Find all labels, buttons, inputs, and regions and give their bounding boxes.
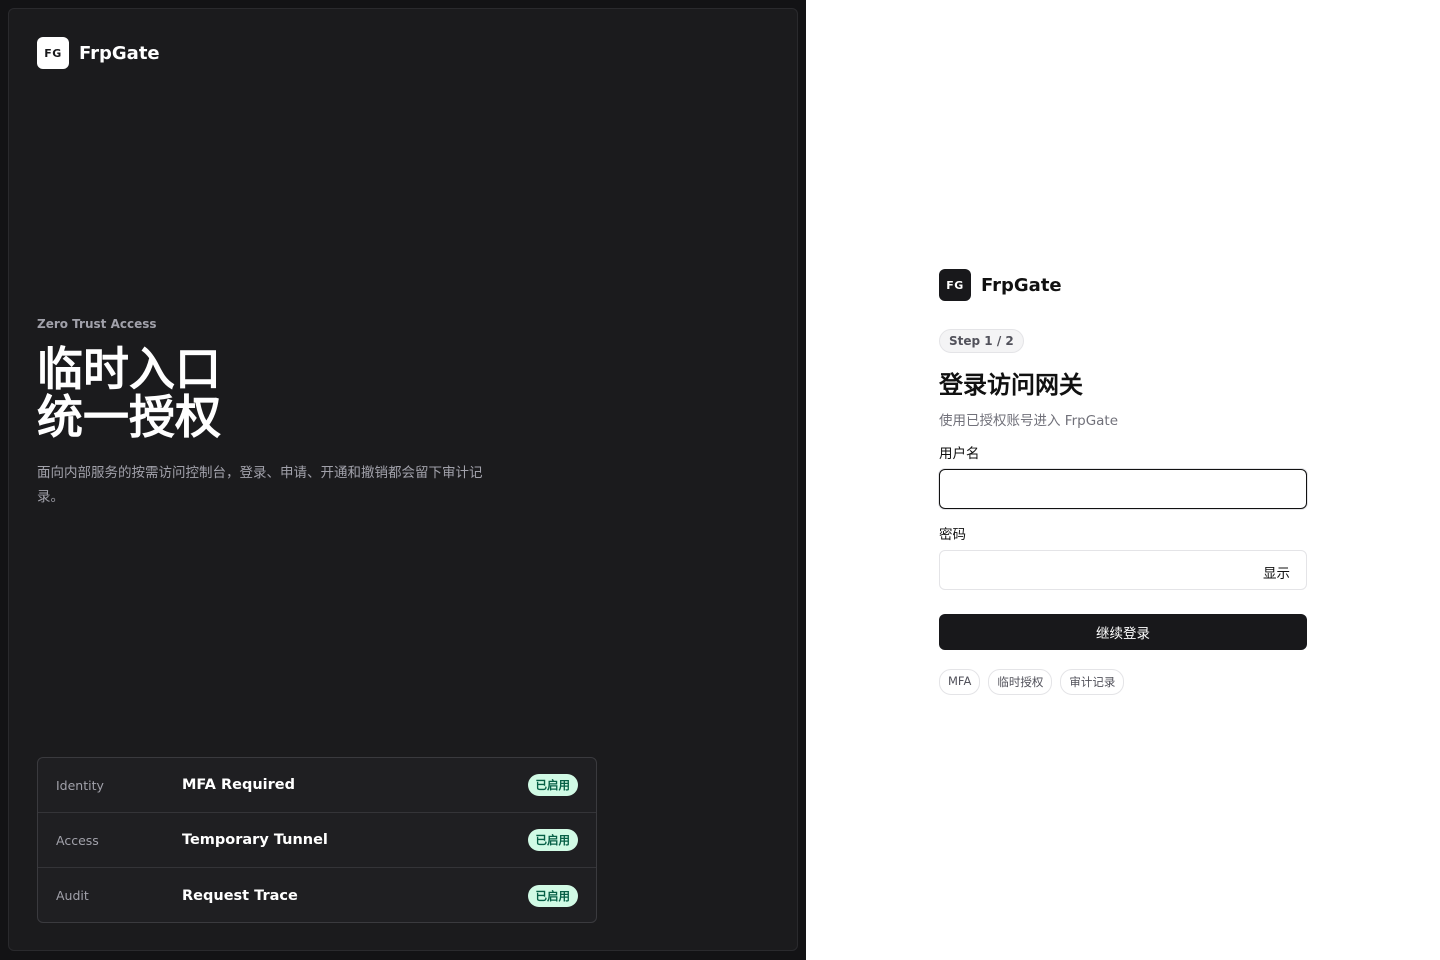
feature-row: Audit Request Trace 已启用 — [38, 868, 596, 922]
hero-section: Zero Trust Access 临时入口 统一授权 面向内部服务的按需访问控… — [37, 317, 507, 509]
username-input[interactable] — [940, 470, 1306, 508]
left-frame: FG FrpGate Zero Trust Access 临时入口 统一授权 面… — [0, 0, 806, 960]
feature-name: Request Trace — [182, 887, 298, 904]
feature-table: Identity MFA Required 已启用 Access Tempora… — [37, 757, 597, 923]
tag-temporary-auth: 临时授权 — [988, 669, 1053, 695]
feature-row: Identity MFA Required 已启用 — [38, 758, 596, 813]
hero-eyebrow: Zero Trust Access — [37, 317, 157, 331]
feature-category: Access — [56, 832, 99, 848]
status-badge: 已启用 — [527, 829, 578, 851]
status-badge: 已启用 — [527, 884, 578, 907]
brand-name: FrpGate — [981, 274, 1062, 296]
continue-login-button[interactable]: 继续登录 — [939, 614, 1307, 650]
feature-tags: MFA 临时授权 审计记录 — [939, 669, 1307, 695]
username-label: 用户名 — [939, 446, 980, 462]
hero-title-line-2: 统一授权 — [37, 390, 221, 444]
feature-name: Temporary Tunnel — [182, 832, 328, 848]
logo-icon: FG — [37, 37, 69, 69]
tag-mfa: MFA — [939, 669, 981, 695]
brand-name: FrpGate — [79, 42, 160, 64]
login-subtitle: 使用已授权账号进入 FrpGate — [939, 413, 1119, 429]
hero-panel: FG FrpGate Zero Trust Access 临时入口 统一授权 面… — [8, 8, 798, 951]
feature-category: Identity — [56, 777, 104, 793]
login-form: FG FrpGate Step 1 / 2 登录访问网关 使用已授权账号进入 F… — [939, 269, 1307, 695]
username-field-wrapper — [939, 469, 1307, 509]
hero-title-line-1: 临时入口 — [37, 342, 221, 396]
feature-row: Access Temporary Tunnel 已启用 — [38, 813, 596, 868]
tag-audit-log: 审计记录 — [1060, 669, 1125, 695]
hero-title: 临时入口 统一授权 — [37, 345, 507, 441]
step-indicator: Step 1 / 2 — [939, 329, 1024, 353]
password-input[interactable] — [940, 551, 1306, 589]
logo-icon: FG — [939, 269, 971, 301]
feature-name: MFA Required — [182, 777, 295, 793]
login-title: 登录访问网关 — [939, 371, 1083, 399]
show-password-toggle[interactable]: 显示 — [1263, 562, 1290, 582]
brand-header: FG FrpGate — [37, 37, 160, 69]
login-brand: FG FrpGate — [939, 269, 1307, 301]
password-field-wrapper: 显示 — [939, 550, 1307, 590]
hero-description: 面向内部服务的按需访问控制台，登录、申请、开通和撤销都会留下审计记录。 — [37, 465, 483, 505]
status-badge: 已启用 — [527, 774, 578, 796]
feature-category: Audit — [56, 888, 89, 903]
password-label: 密码 — [939, 527, 966, 543]
